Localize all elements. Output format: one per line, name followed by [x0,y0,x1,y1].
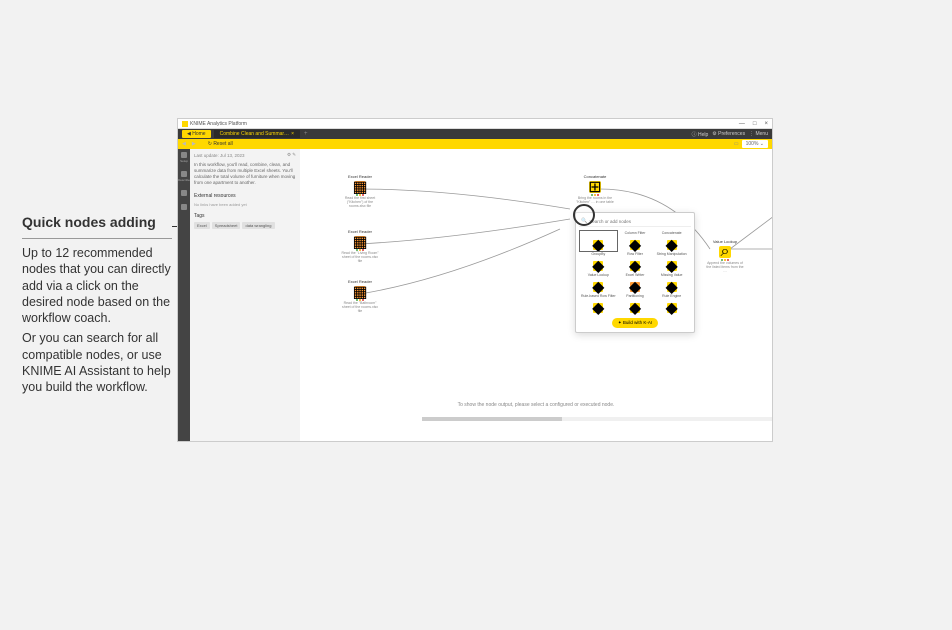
workflow-description: In this workflow, you'll read, combine, … [194,162,296,185]
popup-node-item[interactable]: Concatenate◆ [654,232,689,250]
reset-button[interactable]: ↻ Reset all [208,141,233,147]
topbar: ◀ Home Combine Clean and Summar… × + ⓘ H… [178,129,772,139]
annotation-panel: Quick nodes adding Up to 12 recommended … [22,214,172,399]
popup-node-item[interactable]: Row Filter◆ [618,253,653,271]
help-link[interactable]: ⓘ Help [692,131,709,138]
add-tab-button[interactable]: + [304,131,308,137]
app-icon [182,121,188,127]
popup-node-item[interactable]: Column Filter◆ [618,232,653,250]
workflow-canvas[interactable]: Excel Reader ▦ Read the first sheet ("Ki… [300,149,772,441]
search-input[interactable] [589,219,689,224]
popup-node-item[interactable]: Excel Writer◆ [618,274,653,292]
section-title: Tags [194,213,296,219]
tab-workflow[interactable]: Combine Clean and Summar… × [214,130,300,138]
home-button[interactable]: ◀ Home [182,130,211,138]
rail-item[interactable] [180,190,188,196]
node-excel-reader[interactable]: Excel Reader ▦ Read the "Living Room" sh… [340,229,380,264]
horizontal-scrollbar[interactable] [422,417,772,421]
rail-item[interactable] [180,204,188,210]
tab-label: Combine Clean and Summar… [220,131,289,137]
window-title: KNIME Analytics Platform [190,121,739,127]
node-excel-reader[interactable]: Excel Reader ▦ Read the first sheet ("Ki… [340,174,380,209]
toolbar-icon[interactable]: ▭ [734,141,739,147]
popup-node-item[interactable]: Partitioning◆ [618,295,653,313]
section-title: External resources [194,193,296,199]
toolbar: ◀ ▶ ↻ Reset all ▭ 100% ⌄ [178,139,772,149]
side-panel: Last update: Jul 13, 2023 ⚙ ✎ In this wo… [190,149,300,441]
divider [22,238,172,239]
magnifier-highlight [573,204,595,226]
tag[interactable]: Excel [194,222,210,229]
popup-search[interactable]: 🔍 [579,216,691,227]
toolbar-item[interactable]: ▶ [192,141,196,147]
edit-icon[interactable]: ⚙ ✎ [287,152,296,158]
annotation-title: Quick nodes adding [22,214,172,230]
rail-item[interactable]: Describe [180,171,188,182]
rail-item[interactable]: Setup [180,152,188,163]
popup-node-item[interactable]: Rule-based Row Filter◆ [581,295,616,313]
popup-node-item[interactable]: Missing Value◆ [654,274,689,292]
node-value-lookup[interactable]: Value Lookup ⌕ Append the volumes of the… [705,239,745,274]
node-icon: ⌕ [719,246,731,258]
minimize-button[interactable]: — [739,121,745,127]
popup-node-item[interactable]: GroupBy◆ [581,253,616,271]
close-button[interactable]: × [764,121,768,127]
tag[interactable]: Spreadsheet [212,222,241,229]
popup-node-item[interactable]: ◆ [581,232,616,250]
zoom-control[interactable]: 100% ⌄ [742,140,768,148]
left-rail: Setup Describe [178,149,190,441]
node-icon: ⊞ [589,181,601,193]
node-icon: ▦ [354,286,366,298]
quick-add-popup: 🔍 ◆Column Filter◆Concatenate◆ GroupBy◆Row… [575,212,695,333]
last-updated: Last update: Jul 13, 2023 [194,153,245,158]
popup-node-item[interactable]: Value Lookup◆ [581,274,616,292]
preferences-link[interactable]: ⚙ Preferences [712,131,745,137]
build-with-ai-button[interactable]: ✦ Build with K-AI [612,318,658,328]
toolbar-item[interactable]: ◀ [182,141,186,147]
popup-node-item[interactable]: Rule Engine◆ [654,295,689,313]
menu-button[interactable]: ⋮ Menu [749,131,768,137]
popup-node-item[interactable]: String Manipulation◆ [654,253,689,271]
node-excel-reader[interactable]: Excel Reader ▦ Read the "Bathroom" sheet… [340,279,380,314]
tag[interactable]: data wrangling [242,222,274,229]
node-icon: ▦ [354,181,366,193]
node-icon: ▦ [354,236,366,248]
annotation-text: Up to 12 recommended nodes that you can … [22,245,172,326]
titlebar: KNIME Analytics Platform — □ × [178,119,772,129]
status-message: To show the node output, please select a… [300,399,772,411]
tab-close-icon[interactable]: × [291,131,294,137]
app-window: KNIME Analytics Platform — □ × ◀ Home Co… [177,118,773,442]
annotation-text: Or you can search for all compatible nod… [22,330,172,395]
section-note: No links have been added yet [194,202,296,207]
node-concatenate[interactable]: Concatenate ⊞ Bring the rooms in the "Ki… [575,174,615,205]
maximize-button[interactable]: □ [753,121,757,127]
